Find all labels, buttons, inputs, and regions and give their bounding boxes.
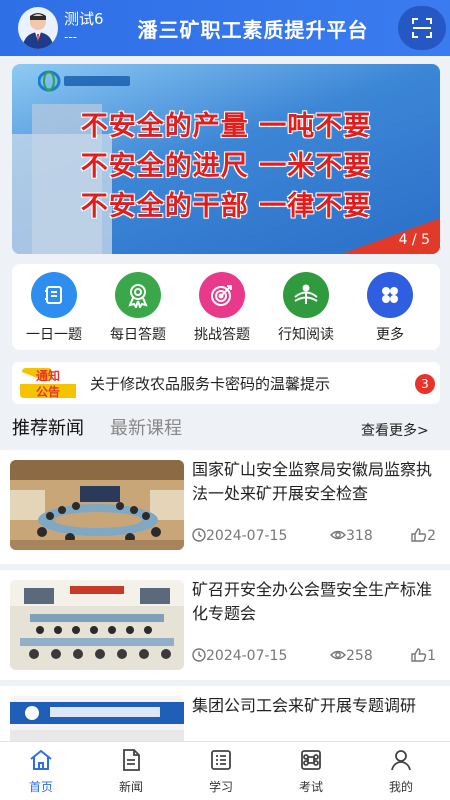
notice-count-badge: 3 — [415, 374, 435, 394]
company-logo-icon — [38, 70, 130, 92]
thumbs-up-icon — [411, 648, 427, 662]
quick-nav-challenge[interactable]: 挑战答题 — [182, 272, 262, 344]
news-title: 集团公司工会来矿开展专题调研 — [192, 696, 417, 715]
user-subtitle: --- — [64, 30, 77, 44]
quick-nav-reading[interactable]: 行知阅读 — [266, 272, 346, 344]
bottom-nav-label: 考试 — [298, 780, 323, 794]
news-item[interactable]: 矿召开安全办公会暨安全生产标准化专题会 2024-07-15 258 1 — [0, 570, 450, 680]
bottom-nav-news[interactable]: 新闻 — [96, 748, 166, 795]
news-likes[interactable]: 2 — [411, 528, 436, 544]
news-item[interactable]: 国家矿山安全监察局安徽局监察执法一处来矿开展安全检查 2024-07-15 31… — [0, 450, 450, 564]
news-title: 国家矿山安全监察局安徽局监察执法一处来矿开展安全检查 — [192, 460, 432, 503]
app-title: 潘三矿职工素质提升平台 — [137, 18, 369, 42]
bottom-nav-study[interactable]: 学习 — [186, 748, 256, 795]
target-icon — [199, 272, 245, 318]
thumbs-up-icon — [411, 528, 427, 542]
user-name: 测试6 — [64, 10, 104, 28]
banner-page-indicator: 4 / 5 — [398, 232, 430, 248]
bottom-nav-label: 学习 — [208, 780, 233, 794]
quick-nav-label: 更多 — [376, 327, 404, 343]
bottom-nav-home[interactable]: 首页 — [6, 748, 76, 795]
bottom-nav-label: 我的 — [388, 780, 413, 794]
quick-nav-label: 一日一题 — [26, 327, 82, 343]
quick-nav-label: 行知阅读 — [278, 327, 334, 343]
quick-nav-more[interactable]: 更多 — [350, 272, 430, 344]
news-thumbnail — [10, 580, 184, 670]
bottom-nav-profile[interactable]: 我的 — [366, 748, 436, 795]
medal-icon — [115, 272, 161, 318]
scan-icon — [412, 18, 432, 38]
quick-nav-daily-answer[interactable]: 每日答题 — [98, 272, 178, 344]
study-icon — [211, 750, 231, 770]
notice-bar[interactable]: 通知 公告 关于修改农品服务卡密码的温馨提示 3 — [12, 362, 440, 404]
quick-nav-label: 挑战答题 — [194, 327, 250, 343]
notice-badge-icon: 通知 公告 — [20, 368, 76, 399]
content-tabs: 推荐新闻 最新课程 查看更多> — [0, 406, 450, 446]
exam-icon — [301, 750, 321, 770]
banner-slogan: 不安全的产量 一吨不要 — [80, 111, 372, 142]
tab-latest-courses[interactable]: 最新课程 — [110, 414, 182, 440]
bottom-nav-label: 首页 — [28, 780, 53, 794]
banner-slogan: 不安全的进尺 一米不要 — [80, 151, 372, 182]
bottom-nav: 首页 新闻 学习 考试 我的 — [0, 741, 450, 800]
view-more-link[interactable]: 查看更多> — [361, 420, 429, 440]
scan-button[interactable] — [398, 6, 446, 50]
news-item[interactable]: 集团公司工会来矿开展专题调研 — [0, 686, 450, 746]
avatar[interactable] — [18, 7, 58, 49]
news-views: 318 — [330, 528, 373, 544]
eye-icon — [330, 530, 346, 540]
news-thumbnail — [10, 696, 184, 746]
news-thumbnail — [10, 460, 184, 550]
app-header: 测试6 --- 潘三矿职工素质提升平台 — [0, 0, 450, 56]
news-date: 2024-07-15 — [192, 648, 287, 664]
banner-slogan: 不安全的干部 一律不要 — [80, 191, 372, 222]
quick-nav: 一日一题 每日答题 挑战答题 行知阅读 更多 — [12, 264, 440, 350]
banner-carousel[interactable]: 不安全的产量 一吨不要 不安全的进尺 一米不要 不安全的干部 一律不要 4 / … — [12, 64, 440, 254]
profile-icon — [391, 750, 411, 771]
notice-badge-text: 通知 — [36, 368, 60, 383]
notice-badge-text: 公告 — [36, 384, 60, 399]
news-likes[interactable]: 1 — [411, 648, 436, 664]
quick-nav-label: 每日答题 — [110, 327, 166, 343]
tab-recommended-news[interactable]: 推荐新闻 — [12, 414, 84, 440]
news-icon — [123, 749, 140, 771]
notice-text: 关于修改农品服务卡密码的温馨提示 — [90, 375, 331, 393]
reading-icon — [283, 272, 329, 318]
news-views: 258 — [330, 648, 373, 664]
clock-icon — [192, 528, 206, 542]
clock-icon — [192, 648, 206, 662]
news-meta: 2024-07-15 258 1 — [192, 648, 440, 668]
home-icon — [30, 749, 52, 770]
more-grid-icon — [367, 272, 413, 318]
bottom-nav-label: 新闻 — [118, 780, 143, 794]
bottom-nav-exam[interactable]: 考试 — [276, 748, 346, 795]
daily-question-icon — [31, 272, 77, 318]
news-title: 矿召开安全办公会暨安全生产标准化专题会 — [192, 580, 432, 623]
eye-icon — [330, 650, 346, 660]
quick-nav-daily-question[interactable]: 一日一题 — [14, 272, 94, 344]
news-meta: 2024-07-15 318 2 — [192, 528, 440, 548]
news-date: 2024-07-15 — [192, 528, 287, 544]
